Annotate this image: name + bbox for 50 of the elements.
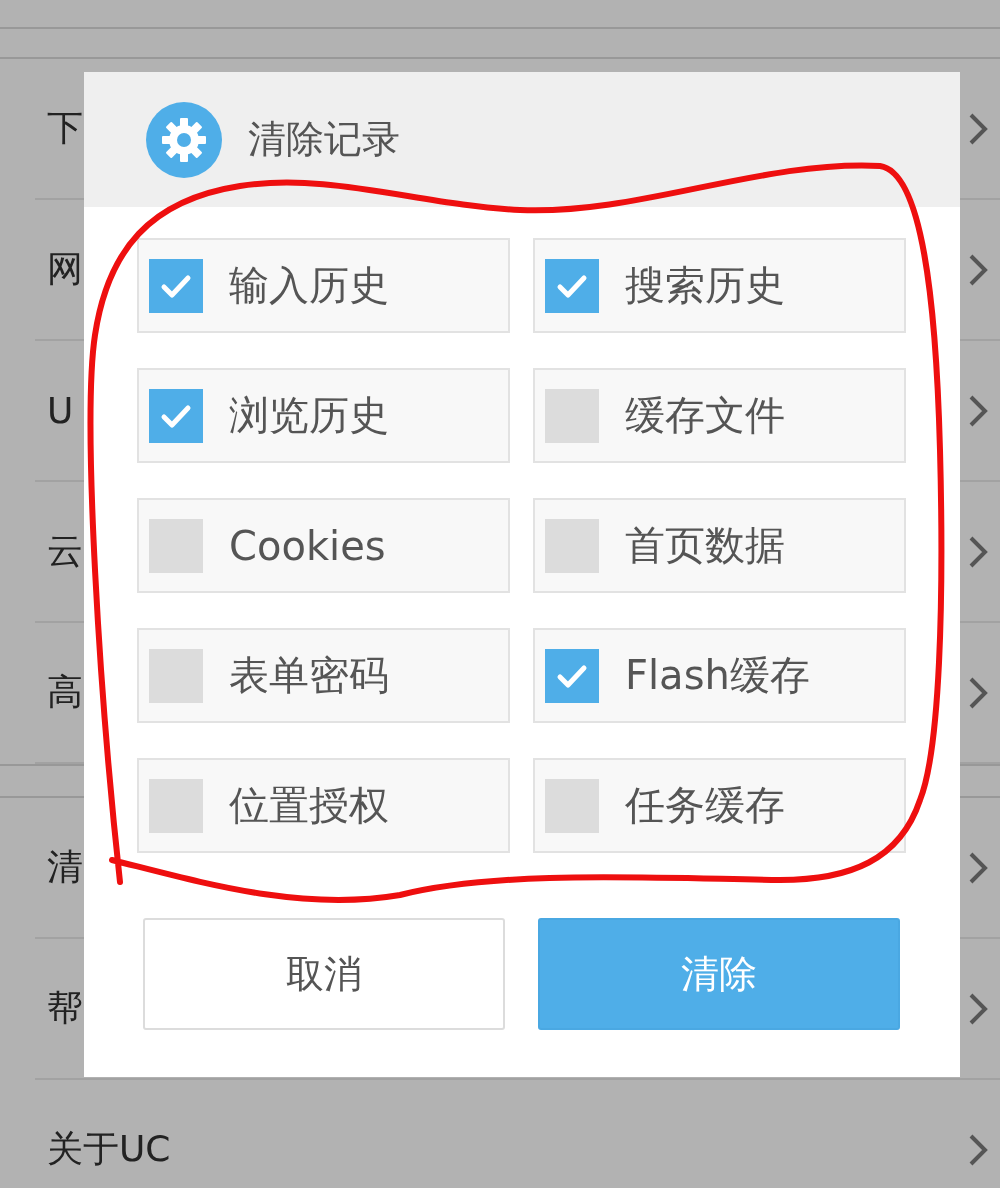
chevron-icon xyxy=(968,252,988,287)
option-item[interactable]: 位置授权 xyxy=(137,758,510,853)
option-label: 输入历史 xyxy=(229,261,389,310)
settings-label: 下 xyxy=(47,106,83,150)
settings-label: 网 xyxy=(47,247,83,291)
checkbox[interactable] xyxy=(545,778,599,833)
settings-label: 关于UC xyxy=(47,1127,171,1171)
dialog-title: 清除记录 xyxy=(248,116,400,163)
checkbox[interactable] xyxy=(545,518,599,573)
option-label: 首页数据 xyxy=(625,521,785,570)
chevron-icon xyxy=(968,850,988,885)
checkbox[interactable] xyxy=(545,648,599,703)
chevron-icon xyxy=(968,393,988,428)
checkbox[interactable] xyxy=(149,258,203,313)
settings-label: 云 xyxy=(47,529,83,573)
settings-row[interactable]: 关于UC xyxy=(35,1080,1000,1188)
chevron-icon xyxy=(968,534,988,569)
option-label: 任务缓存 xyxy=(625,781,785,830)
settings-label: 高 xyxy=(47,670,83,714)
option-label: Flash缓存 xyxy=(625,651,810,700)
option-item[interactable]: 首页数据 xyxy=(533,498,906,593)
option-item[interactable]: 任务缓存 xyxy=(533,758,906,853)
cancel-button[interactable]: 取消 xyxy=(143,918,505,1030)
checkbox[interactable] xyxy=(149,388,203,443)
chevron-icon xyxy=(968,111,988,146)
option-label: 缓存文件 xyxy=(625,391,785,440)
option-item[interactable]: Cookies xyxy=(137,498,510,593)
option-label: 表单密码 xyxy=(229,651,389,700)
option-item[interactable]: 搜索历史 xyxy=(533,238,906,333)
chevron-icon xyxy=(968,1132,988,1167)
option-item[interactable]: 输入历史 xyxy=(137,238,510,333)
checkbox[interactable] xyxy=(545,388,599,443)
chevron-icon xyxy=(968,675,988,710)
option-item[interactable]: 表单密码 xyxy=(137,628,510,723)
option-item[interactable]: 缓存文件 xyxy=(533,368,906,463)
option-label: 位置授权 xyxy=(229,781,389,830)
checkbox[interactable] xyxy=(149,518,203,573)
option-item[interactable]: 浏览历史 xyxy=(137,368,510,463)
settings-icon xyxy=(146,101,222,178)
settings-label: U xyxy=(47,390,74,431)
settings-label: 清 xyxy=(47,845,83,889)
option-item[interactable]: Flash缓存 xyxy=(533,628,906,723)
option-label: 搜索历史 xyxy=(625,261,785,310)
checkbox[interactable] xyxy=(149,648,203,703)
settings-label: 帮 xyxy=(47,986,83,1030)
option-label: Cookies xyxy=(229,522,386,569)
checkbox[interactable] xyxy=(545,258,599,313)
option-label: 浏览历史 xyxy=(229,391,389,440)
chevron-icon xyxy=(968,991,988,1026)
checkbox[interactable] xyxy=(149,778,203,833)
